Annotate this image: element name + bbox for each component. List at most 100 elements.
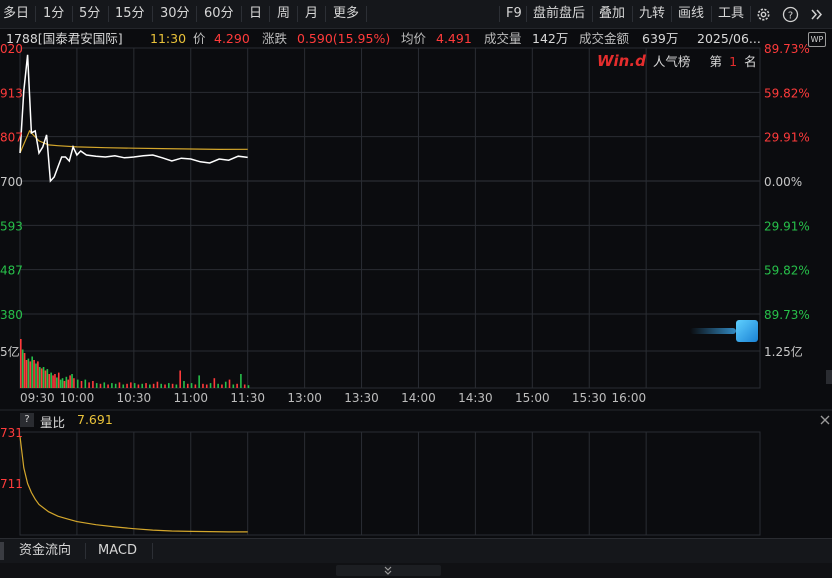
volume-bar <box>141 383 144 388</box>
volume-bar <box>232 384 235 388</box>
question-icon[interactable]: ? <box>20 413 34 427</box>
volume-bar <box>33 360 35 388</box>
x-tick-label: 10:30 <box>117 391 152 405</box>
volume-bar <box>84 379 87 388</box>
left-axis-label: 593 <box>0 219 23 233</box>
intraday-chart: 09:30 10:00 10:30 11:00 11:30 13:00 13:30 14:00… <box>0 42 832 536</box>
x-tick-label: 15:00 <box>515 391 550 405</box>
rank-value: 1 <box>729 54 738 69</box>
right-axis-label: 29.91% <box>764 219 810 233</box>
volume-bar <box>44 370 47 388</box>
volume-bar <box>65 376 68 388</box>
volume-bar <box>31 356 33 388</box>
volume-bar <box>23 353 26 388</box>
right-axis-label: 89.73% <box>764 42 810 56</box>
volume-bar <box>73 378 75 388</box>
volume-bar <box>156 381 159 388</box>
volume-bar <box>145 383 147 388</box>
popularity-badge[interactable]: Win.d 人气榜 第 1 名 <box>597 51 757 71</box>
right-axis-label: 59.82% <box>764 264 810 278</box>
volume-bar <box>46 369 49 388</box>
volume-bar <box>228 379 231 388</box>
volume-axis-label: 1.25亿 <box>764 344 803 359</box>
x-tick-label: 11:00 <box>173 391 208 405</box>
volume-bar <box>149 384 151 388</box>
chart-grid <box>0 47 832 536</box>
volume-bar <box>71 374 73 388</box>
x-tick-label: 13:30 <box>344 391 379 405</box>
volume-bar <box>160 383 163 388</box>
volume-bar <box>175 384 178 388</box>
wind-logo: Win.d <box>597 52 646 70</box>
volume-bar <box>25 360 28 388</box>
x-tick-label: 10:00 <box>60 391 95 405</box>
assistant-cube-icon <box>736 320 758 342</box>
volume-bar <box>107 384 109 388</box>
volume-bar <box>168 383 170 388</box>
footer-bar <box>0 563 832 578</box>
volume-bar <box>118 382 121 388</box>
chart-window: 多日 1分 5分 15分 30分 60分 日 周 月 更多 F9 盘前盘后 叠加… <box>0 0 832 578</box>
x-tick-label: 09:30 <box>20 391 55 405</box>
volume-bar <box>198 375 200 388</box>
popularity-label: 人气榜 <box>652 54 691 69</box>
wp-icon[interactable]: WP <box>808 32 826 47</box>
volume-bar <box>133 383 136 388</box>
left-axis-label: 380 <box>0 308 23 322</box>
ratio-axis-label: 731 <box>0 426 23 440</box>
volume-ratio-value: 7.691 <box>77 412 113 427</box>
volume-bar <box>40 368 43 388</box>
volume-bar <box>224 381 227 388</box>
volume-bar <box>67 379 70 388</box>
volume-bar <box>56 377 58 388</box>
x-tick-label: 16:00 <box>612 391 647 405</box>
close-icon[interactable] <box>820 412 830 426</box>
volume-bar <box>20 339 22 388</box>
volume-bar <box>61 378 64 388</box>
tab-capital-flow[interactable]: 资金流向 <box>19 539 71 563</box>
volume-bar <box>247 385 250 388</box>
volume-bar <box>92 381 94 388</box>
volume-bar <box>50 372 52 388</box>
volume-bar <box>205 384 208 388</box>
rank-prefix: 第 <box>709 54 723 69</box>
right-axis-label: 29.91% <box>764 131 810 145</box>
volume-bar <box>37 361 39 388</box>
volume-bar <box>221 384 223 388</box>
volume-bar <box>179 370 181 388</box>
volume-bar <box>76 379 79 388</box>
volume-bar <box>202 383 204 388</box>
side-scroll-handle[interactable] <box>826 370 832 384</box>
volume-bar <box>130 382 132 388</box>
volume-bar <box>63 381 66 388</box>
volume-bar <box>80 381 83 388</box>
right-axis-label: 59.82% <box>764 86 810 100</box>
indicator-tabs: 资金流向 MACD <box>0 538 832 563</box>
volume-bar <box>240 374 242 388</box>
left-axis-label: 020 <box>0 42 23 56</box>
volume-bar <box>217 383 219 388</box>
volume-bar <box>99 383 102 388</box>
volume-bar <box>38 367 41 388</box>
volume-bar <box>164 384 166 388</box>
collapse-handle[interactable] <box>336 565 441 576</box>
volume-bar <box>103 382 106 388</box>
volume-ratio-label: 量比 <box>40 415 66 430</box>
floating-assistant-button[interactable] <box>690 320 760 342</box>
volume-bar <box>42 367 45 388</box>
volume-bar <box>111 383 113 388</box>
volume-bar <box>54 374 56 388</box>
volume-bar <box>209 383 212 388</box>
ratio-frame <box>19 431 761 536</box>
volume-bar <box>183 381 185 388</box>
volume-bar <box>59 379 62 388</box>
volume-bar <box>95 383 98 388</box>
volume-bars <box>20 339 250 388</box>
tab-macd[interactable]: MACD <box>98 539 137 563</box>
x-tick-label: 14:00 <box>401 391 436 405</box>
volume-bar <box>48 374 51 388</box>
volume-bar <box>171 383 174 388</box>
volume-bar <box>152 383 155 388</box>
x-tick-label: 14:30 <box>458 391 493 405</box>
volume-bar <box>69 375 71 388</box>
